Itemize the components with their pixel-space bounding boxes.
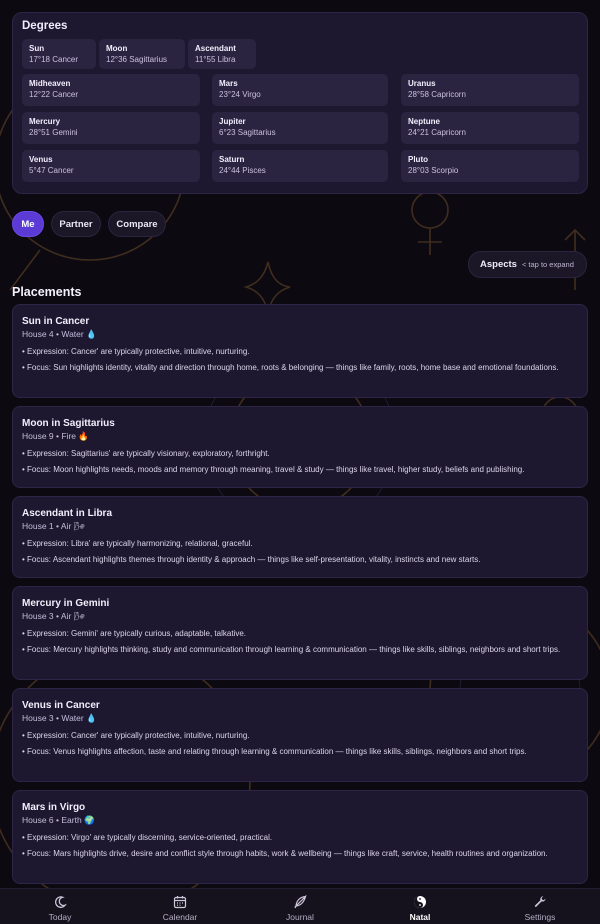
degree-value: 28°51 Gemini	[29, 128, 78, 137]
degree-name: Sun	[29, 44, 45, 53]
degree-chip-moon: Moon 12°36 Sagittarius	[99, 39, 185, 69]
degree-chip-ascendant: Ascendant 11°55 Libra	[188, 39, 256, 69]
tab-natal[interactable]: Natal	[360, 889, 480, 924]
aspects-label: Aspects	[480, 259, 517, 270]
placement-title: Mars in Virgo	[22, 802, 86, 813]
placement-expression: • Expression: Cancer' are typically prot…	[22, 731, 250, 740]
degree-name: Mercury	[29, 117, 61, 126]
placement-focus: • Focus: Mars highlights drive, desire a…	[22, 848, 548, 858]
degree-chip-mars: Mars 23°24 Virgo	[212, 74, 388, 106]
degree-name: Moon	[106, 44, 128, 53]
yin-yang-icon	[414, 896, 426, 908]
degree-chip-uranus: Uranus 28°58 Capricorn	[401, 74, 579, 106]
placement-expression: • Expression: Gemini' are typically curi…	[22, 629, 246, 638]
placement-card-sun[interactable]: Sun in Cancer House 4 • Water 💧 • Expres…	[12, 304, 588, 398]
placement-expression: • Expression: Virgo' are typically disce…	[22, 833, 273, 842]
tab-today[interactable]: Today	[0, 889, 120, 924]
degree-name: Uranus	[408, 79, 436, 88]
degree-value: 28°03 Scorpio	[408, 166, 459, 175]
degree-value: 24°44 Pisces	[219, 166, 266, 175]
degree-name: Saturn	[219, 155, 245, 164]
degree-name: Midheaven	[29, 79, 71, 88]
placement-card-moon[interactable]: Moon in Sagittarius House 9 • Fire 🔥 • E…	[12, 406, 588, 488]
placement-card-venus[interactable]: Venus in Cancer House 3 • Water 💧 • Expr…	[12, 688, 588, 782]
degree-value: 11°55 Libra	[195, 55, 236, 64]
placement-focus: • Focus: Venus highlights affection, tas…	[22, 746, 527, 756]
degree-value: 5°47 Cancer	[29, 166, 74, 175]
tab-settings[interactable]: Settings	[480, 889, 600, 924]
placement-focus: • Focus: Moon highlights needs, moods an…	[22, 464, 525, 474]
degree-name: Ascendant	[195, 44, 236, 53]
degrees-panel: Degrees Sun 17°18 Cancer Moon 12°36 Sagi…	[12, 12, 588, 194]
placement-card-ascendant[interactable]: Ascendant in Libra House 1 • Air 🌬 • Exp…	[12, 496, 588, 578]
degree-name: Pluto	[408, 155, 428, 164]
tab-label: Natal	[409, 912, 431, 922]
placement-expression: • Expression: Sagittarius' are typically…	[22, 449, 270, 458]
degree-chip-mercury: Mercury 28°51 Gemini	[22, 112, 200, 144]
placement-house: House 6 • Earth 🌍	[22, 815, 95, 825]
toggle-partner-button[interactable]: Partner	[51, 211, 101, 237]
calendar-icon	[173, 896, 187, 909]
degree-chip-sun: Sun 17°18 Cancer	[22, 39, 96, 69]
placement-title: Sun in Cancer	[22, 316, 90, 327]
degree-name: Mars	[219, 79, 238, 88]
tab-label: Journal	[286, 912, 314, 922]
degree-name: Neptune	[408, 117, 440, 126]
placement-focus: • Focus: Ascendant highlights themes thr…	[22, 554, 481, 564]
placement-house: House 1 • Air 🌬	[22, 521, 85, 531]
tab-journal[interactable]: Journal	[240, 889, 360, 924]
tab-label: Calendar	[162, 912, 198, 922]
degree-name: Venus	[29, 155, 53, 164]
aspects-expand-button[interactable]: Aspects < tap to expand	[468, 251, 587, 278]
degree-chip-pluto: Pluto 28°03 Scorpio	[401, 150, 579, 182]
degree-value: 28°58 Capricorn	[408, 90, 466, 99]
tab-calendar[interactable]: Calendar	[120, 889, 240, 924]
placement-house: House 3 • Water 💧	[22, 713, 97, 723]
placement-expression: • Expression: Cancer' are typically prot…	[22, 347, 250, 356]
placement-focus: • Focus: Sun highlights identity, vitali…	[22, 362, 559, 372]
placement-card-mars[interactable]: Mars in Virgo House 6 • Earth 🌍 • Expres…	[12, 790, 588, 884]
moon-icon	[55, 896, 67, 908]
degrees-title: Degrees	[22, 20, 68, 32]
tab-label: Today	[48, 912, 72, 922]
placement-title: Mercury in Gemini	[22, 598, 110, 609]
degree-value: 6°23 Sagittarius	[219, 128, 276, 137]
placement-house: House 3 • Air 🌬	[22, 611, 85, 621]
degree-value: 17°18 Cancer	[29, 55, 79, 64]
placement-title: Ascendant in Libra	[22, 508, 113, 519]
feather-icon	[294, 895, 307, 909]
degree-value: 24°21 Capricorn	[408, 128, 466, 137]
tab-label: Settings	[524, 912, 556, 922]
placement-focus: • Focus: Mercury highlights thinking, st…	[22, 644, 561, 654]
wrench-icon	[534, 896, 546, 907]
placement-card-mercury[interactable]: Mercury in Gemini House 3 • Air 🌬 • Expr…	[12, 586, 588, 680]
degree-value: 12°36 Sagittarius	[106, 55, 168, 64]
degree-name: Jupiter	[219, 117, 246, 126]
placement-title: Venus in Cancer	[22, 700, 100, 711]
toggle-compare-button[interactable]: Compare	[108, 211, 166, 237]
degree-chip-neptune: Neptune 24°21 Capricorn	[401, 112, 579, 144]
bottom-tab-bar: Today Calendar Journal Natal Settings	[0, 888, 600, 924]
degree-value: 12°22 Cancer	[29, 90, 79, 99]
placement-house: House 4 • Water 💧	[22, 329, 97, 339]
placement-title: Moon in Sagittarius	[22, 418, 115, 429]
degree-chip-venus: Venus 5°47 Cancer	[22, 150, 200, 182]
degree-value: 23°24 Virgo	[219, 90, 261, 99]
degree-chip-saturn: Saturn 24°44 Pisces	[212, 150, 388, 182]
degree-chip-jupiter: Jupiter 6°23 Sagittarius	[212, 112, 388, 144]
degree-chip-midheaven: Midheaven 12°22 Cancer	[22, 74, 200, 106]
toggle-me-button[interactable]: Me	[12, 211, 44, 237]
placement-expression: • Expression: Libra' are typically harmo…	[22, 539, 253, 548]
aspects-hint: < tap to expand	[521, 260, 574, 269]
placement-house: House 9 • Fire 🔥	[22, 431, 89, 441]
placements-title: Placements	[12, 285, 82, 299]
